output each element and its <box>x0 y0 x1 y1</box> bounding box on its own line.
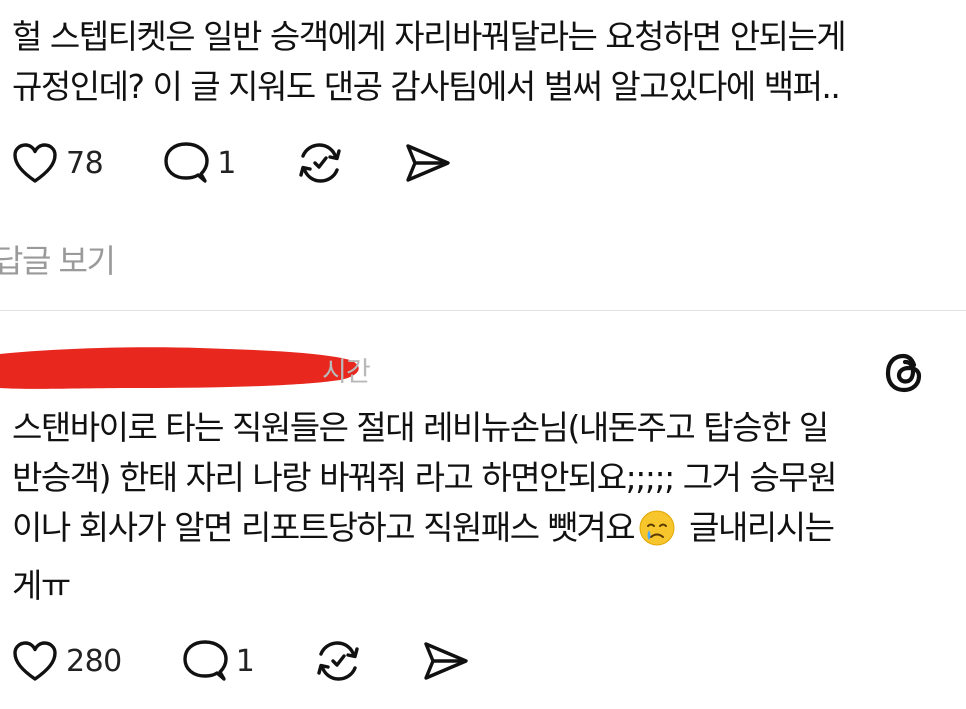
like-button[interactable]: 78 <box>12 142 104 184</box>
reply-count: 1 <box>217 145 236 181</box>
post-actions: 78 1 <box>12 140 452 186</box>
crying-face-emoji <box>638 509 676 561</box>
share-button[interactable] <box>422 640 470 682</box>
share-button[interactable] <box>404 142 452 184</box>
reply-count: 1 <box>235 643 255 679</box>
like-button[interactable]: 280 <box>12 640 122 682</box>
post-actions: 280 1 <box>12 638 470 684</box>
send-icon <box>424 642 469 680</box>
comment-icon <box>183 640 228 681</box>
reply-button[interactable]: 1 <box>182 638 255 684</box>
post-line-text: 이나 회사가 알면 리포트당하고 직원패스 뺏겨요 <box>12 508 636 547</box>
reply-button[interactable]: 1 <box>163 140 236 186</box>
post-line: 스탠바이로 타는 직원들은 절대 레비뉴손님(내돈주고 탑승한 일 <box>12 408 829 447</box>
view-replies-link[interactable]: 답글 보기 <box>0 236 116 282</box>
comment-icon <box>164 142 209 183</box>
divider <box>0 310 966 311</box>
heart-icon <box>13 641 57 681</box>
send-icon <box>406 144 450 182</box>
post-line: 게ㅠ <box>12 566 71 605</box>
heart-icon <box>13 143 57 183</box>
like-count: 280 <box>66 643 122 679</box>
repost-button[interactable] <box>314 638 362 684</box>
threads-logo-icon[interactable] <box>882 351 926 395</box>
post-line: 반승객) 한태 자리 나랑 바꿔줘 라고 하면안되요;;;;; 그거 승무원 <box>12 458 838 497</box>
post-line-tail: 글내리시는 <box>689 508 835 547</box>
threads-thread-view: 헐 스텝티켓은 일반 승객에게 자리바꿔달라는 요청하면 안되는게 규정인데? … <box>0 0 966 709</box>
post-timestamp: 시간 <box>322 357 371 388</box>
post-line: 헐 스텝티켓은 일반 승객에게 자리바꿔달라는 요청하면 안되는게 <box>12 17 847 56</box>
post-body: 스탠바이로 타는 직원들은 절대 레비뉴손님(내돈주고 탑승한 일 반승객) 한… <box>12 403 838 611</box>
post-body: 헐 스텝티켓은 일반 승객에게 자리바꿔달라는 요청하면 안되는게 규정인데? … <box>12 12 847 112</box>
repost-button[interactable] <box>296 140 344 186</box>
post-line-with-emoji: 이나 회사가 알면 리포트당하고 직원패스 뺏겨요 글내리시는 <box>12 503 836 561</box>
repost-icon <box>317 641 360 681</box>
post-line: 규정인데? 이 글 지워도 댄공 감사팀에서 벌써 알고있다에 백퍼.. <box>12 67 841 106</box>
like-count: 78 <box>66 145 104 181</box>
repost-icon <box>299 143 341 183</box>
